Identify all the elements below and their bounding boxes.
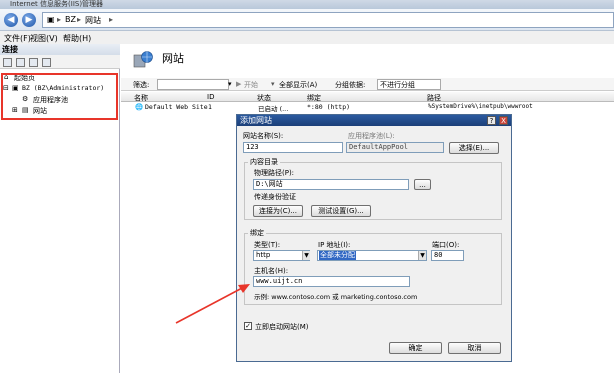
annotation-arrow	[175, 284, 250, 324]
